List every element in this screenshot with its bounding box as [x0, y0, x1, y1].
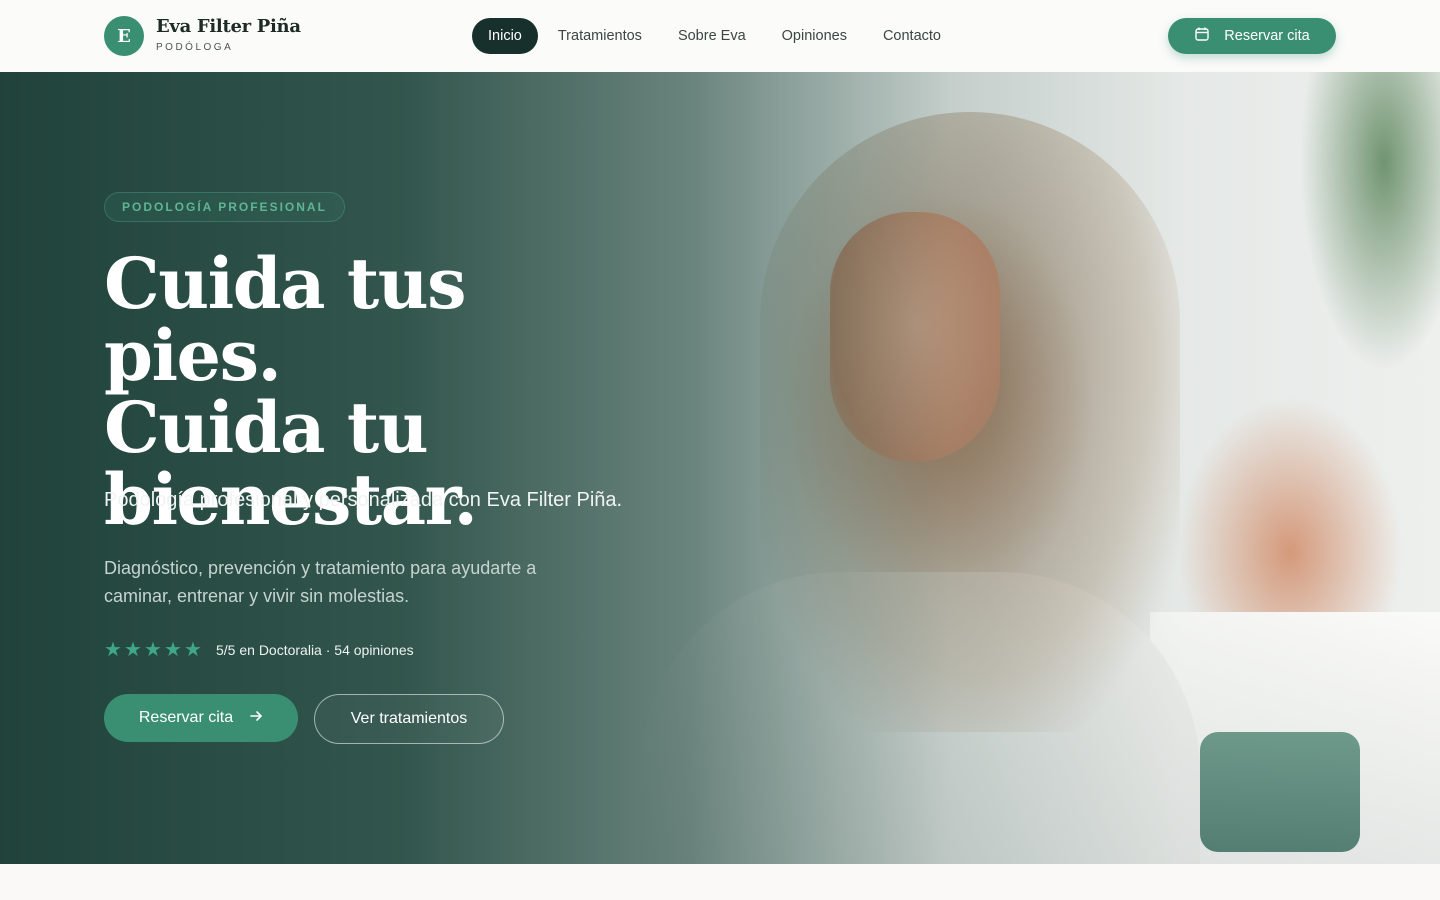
logo-badge[interactable]: E	[104, 16, 144, 56]
arrow-right-icon	[249, 709, 263, 728]
hero-book-button[interactable]: Reservar cita	[104, 694, 298, 742]
star-icon: ★	[144, 639, 162, 661]
headline-line-2: Cuida tu	[104, 386, 429, 469]
hero-section: PODOLOGÍA PROFESIONAL Cuida tus pies. Cu…	[0, 72, 1440, 864]
star-icon: ★	[124, 639, 142, 661]
calendar-icon	[1194, 26, 1210, 46]
site-header: E Eva Filter Piña PODÓLOGA Inicio Tratam…	[0, 0, 1440, 72]
next-section-edge	[0, 864, 1440, 900]
nav-item-sobre-eva[interactable]: Sobre Eva	[662, 18, 762, 54]
brand-role: PODÓLOGA	[156, 42, 234, 53]
nav-item-tratamientos[interactable]: Tratamientos	[542, 18, 658, 54]
hero-book-label: Reservar cita	[138, 709, 234, 726]
star-icon: ★	[104, 639, 122, 661]
brand-name[interactable]: Eva Filter Piña	[156, 16, 301, 37]
nav-item-inicio[interactable]: Inicio	[472, 18, 538, 54]
book-appointment-label: Reservar cita	[1224, 28, 1310, 44]
hero-description: Diagnóstico, prevención y tratamiento pa…	[104, 558, 537, 606]
hero-subtitle: Podología profesional y personalizada co…	[104, 489, 623, 511]
main-nav: Inicio Tratamientos Sobre Eva Opiniones …	[472, 18, 961, 54]
headline-line-1: Cuida tus pies.	[104, 242, 467, 397]
book-appointment-button[interactable]: Reservar cita	[1168, 18, 1336, 54]
rating: ★ ★ ★ ★ ★ 5/5 en Doctoralia · 54 opinion…	[104, 640, 414, 660]
star-icon: ★	[164, 639, 182, 661]
nav-item-opiniones[interactable]: Opiniones	[766, 18, 863, 54]
star-icon: ★	[184, 639, 202, 661]
rating-text: 5/5 en Doctoralia · 54 opiniones	[216, 642, 414, 658]
hero-tag: PODOLOGÍA PROFESIONAL	[104, 192, 345, 222]
nav-item-contacto[interactable]: Contacto	[867, 18, 957, 54]
view-treatments-button[interactable]: Ver tratamientos	[314, 694, 504, 744]
